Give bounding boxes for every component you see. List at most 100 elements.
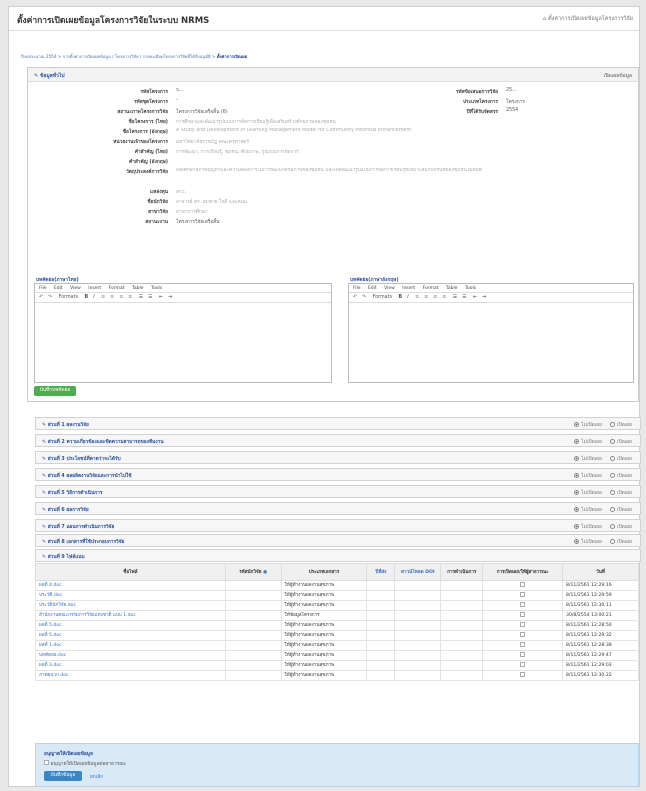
section-row[interactable]: ✎ ส่วนที่ 8 เอกสารที่ใช้ประกอบการวิจัย ไม… [35,534,641,547]
outdent-icon[interactable]: ⇤ [473,295,477,300]
menu-file[interactable]: File [39,286,47,291]
help-icon[interactable]: ● [263,570,267,575]
undo-icon[interactable]: ↶ [353,295,357,300]
radio-hide[interactable] [574,524,580,529]
radio-show-label[interactable]: เปิดเผย [617,508,632,513]
section-title[interactable]: ส่วนที่ 8 เอกสารที่ใช้ประกอบการวิจัย [48,540,125,545]
public-checkbox[interactable] [520,672,526,677]
file-name-link[interactable]: ผลที่ 5.doc [35,620,226,631]
file-name-link[interactable]: บทคัดย่อ.doc [35,650,226,661]
radio-hide[interactable] [574,507,580,512]
home-icon[interactable]: ⌂ [543,16,547,22]
section-title[interactable]: ส่วนที่ 2 ความเกี่ยวข้องและขีดความสามารถ… [48,440,164,445]
align-center-icon[interactable]: ≡ [424,295,428,300]
radio-show[interactable] [609,456,615,461]
italic-icon[interactable]: I [407,295,408,300]
radio-hide-label[interactable]: ไม่เปิดเผย [581,525,602,530]
align-left-icon[interactable]: ≡ [415,295,419,300]
disclose-action[interactable]: เปิดเผยข้อมูล [604,72,632,80]
cancel-link[interactable]: ยกเลิก [90,773,103,781]
top-breadcrumb[interactable]: ⌂ ตั้งค่าการเปิดเผยข้อมูลโครงการวิจัย [543,15,633,23]
radio-hide[interactable] [574,439,580,444]
save-button[interactable]: บันทึกข้อมูล [44,771,82,781]
radio-hide-label[interactable]: ไม่เปิดเผย [581,423,602,428]
align-center-icon[interactable]: ≡ [110,295,114,300]
radio-show[interactable] [609,507,615,512]
undo-icon[interactable]: ↶ [39,295,43,300]
file-name-link[interactable]: สำนักงานคณะกรรมการวิจัยแห่งชาติ แบบ 1.do… [35,610,226,621]
bullet-list-icon[interactable]: ☰ [139,295,143,300]
top-breadcrumb-label[interactable]: ตั้งค่าการเปิดเผยข้อมูลโครงการวิจัย [548,16,633,22]
public-checkbox[interactable] [520,582,526,587]
section-title[interactable]: ส่วนที่ 1 ผลงานวิจัย [48,423,89,428]
menu-edit[interactable]: Edit [368,286,377,291]
public-checkbox[interactable] [520,652,526,657]
file-name-link[interactable]: ผลที่ 4.doc [35,580,226,591]
radio-show[interactable] [609,490,615,495]
consent-checkbox-row[interactable]: อนุญาตให้เปิดเผยข้อมูลต่อสาธารณะ [44,760,126,768]
radio-hide[interactable] [574,539,580,544]
bold-icon[interactable]: B [85,295,89,300]
italic-icon[interactable]: I [93,295,94,300]
section-title[interactable]: ส่วนที่ 3 ประโยชน์ที่คาดว่าจะได้รับ [48,457,121,462]
file-name-link[interactable]: ผลที่ 1.doc [35,640,226,651]
section-title[interactable]: ส่วนที่ 7 แผนการดำเนินการวิจัย [48,525,115,530]
file-name-link[interactable]: ผลที่ 3.doc [35,660,226,671]
section-row[interactable]: ✎ ส่วนที่ 7 แผนการดำเนินการวิจัย ไม่เปิดเ… [35,519,641,532]
save-abstract-button[interactable]: บันทึกบทคัดย่อ [34,386,76,396]
section-title[interactable]: ส่วนที่ 6 ผลการวิจัย [48,508,89,513]
menu-edit[interactable]: Edit [54,286,63,291]
align-right-icon[interactable]: ≡ [433,295,437,300]
redo-icon[interactable]: ↷ [362,295,366,300]
align-justify-icon[interactable]: ≡ [442,295,446,300]
public-checkbox[interactable] [520,602,526,607]
menu-table[interactable]: Table [132,286,144,291]
radio-hide-label[interactable]: ไม่เปิดเผย [581,508,602,513]
menu-table[interactable]: Table [446,286,458,291]
radio-hide[interactable] [574,456,580,461]
public-checkbox[interactable] [520,642,526,647]
section-row[interactable]: ✎ ส่วนที่ 3 ประโยชน์ที่คาดว่าจะได้รับ ไม่… [35,451,641,464]
indent-icon[interactable]: ⇥ [168,295,172,300]
radio-show-label[interactable]: เปิดเผย [617,525,632,530]
menu-insert[interactable]: Insert [88,286,101,291]
section-row[interactable]: ✎ ส่วนที่ 2 ความเกี่ยวข้องและขีดความสามา… [35,434,641,447]
radio-show[interactable] [609,539,615,544]
menu-view[interactable]: View [70,286,81,291]
public-checkbox[interactable] [520,622,526,627]
file-name-link[interactable]: ประวัติ.doc [35,590,226,601]
radio-show-label[interactable]: เปิดเผย [617,423,632,428]
number-list-icon[interactable]: ☰ [148,295,152,300]
public-checkbox[interactable] [520,632,526,637]
public-checkbox[interactable] [520,592,526,597]
abstract-en-editor[interactable]: File Edit View Insert Format Table Tools… [348,283,634,383]
radio-hide-label[interactable]: ไม่เปิดเผย [581,540,602,545]
formats-dropdown[interactable]: Formats [373,295,392,300]
indent-icon[interactable]: ⇥ [482,295,486,300]
redo-icon[interactable]: ↷ [48,295,52,300]
radio-show[interactable] [609,473,615,478]
abstract-th-editor[interactable]: File Edit View Insert Format Table Tools… [34,283,332,383]
section-row[interactable]: ✎ ส่วนที่ 5 วิธีการดำเนินการ ไม่เปิดเผย เป… [35,485,641,498]
align-justify-icon[interactable]: ≡ [128,295,132,300]
formats-dropdown[interactable]: Formats [59,295,78,300]
section-row[interactable]: ✎ ส่วนที่ 1 ผลงานวิจัย ไม่เปิดเผย เปิดเผย [35,417,641,430]
public-checkbox[interactable] [520,662,526,667]
radio-show-label[interactable]: เปิดเผย [617,474,632,479]
menu-file[interactable]: File [353,286,361,291]
consent-checkbox[interactable] [44,760,49,765]
file-name-link[interactable]: ภาคผนวก.doc [35,670,226,681]
menu-tools[interactable]: Tools [151,286,162,291]
bold-icon[interactable]: B [399,295,403,300]
radio-show[interactable] [609,524,615,529]
radio-hide[interactable] [574,422,580,427]
radio-hide[interactable] [574,473,580,478]
radio-hide-label[interactable]: ไม่เปิดเผย [581,474,602,479]
radio-hide-label[interactable]: ไม่เปิดเผย [581,440,602,445]
align-right-icon[interactable]: ≡ [119,295,123,300]
section-title[interactable]: ส่วนที่ 4 ผลผลิตงานวิจัยและการนำไปใช้ [48,474,132,479]
radio-show-label[interactable]: เปิดเผย [617,491,632,496]
menu-format[interactable]: Format [423,286,439,291]
outdent-icon[interactable]: ⇤ [159,295,163,300]
section-row[interactable]: ✎ ส่วนที่ 6 ผลการวิจัย ไม่เปิดเผย เปิดเผย [35,502,641,515]
